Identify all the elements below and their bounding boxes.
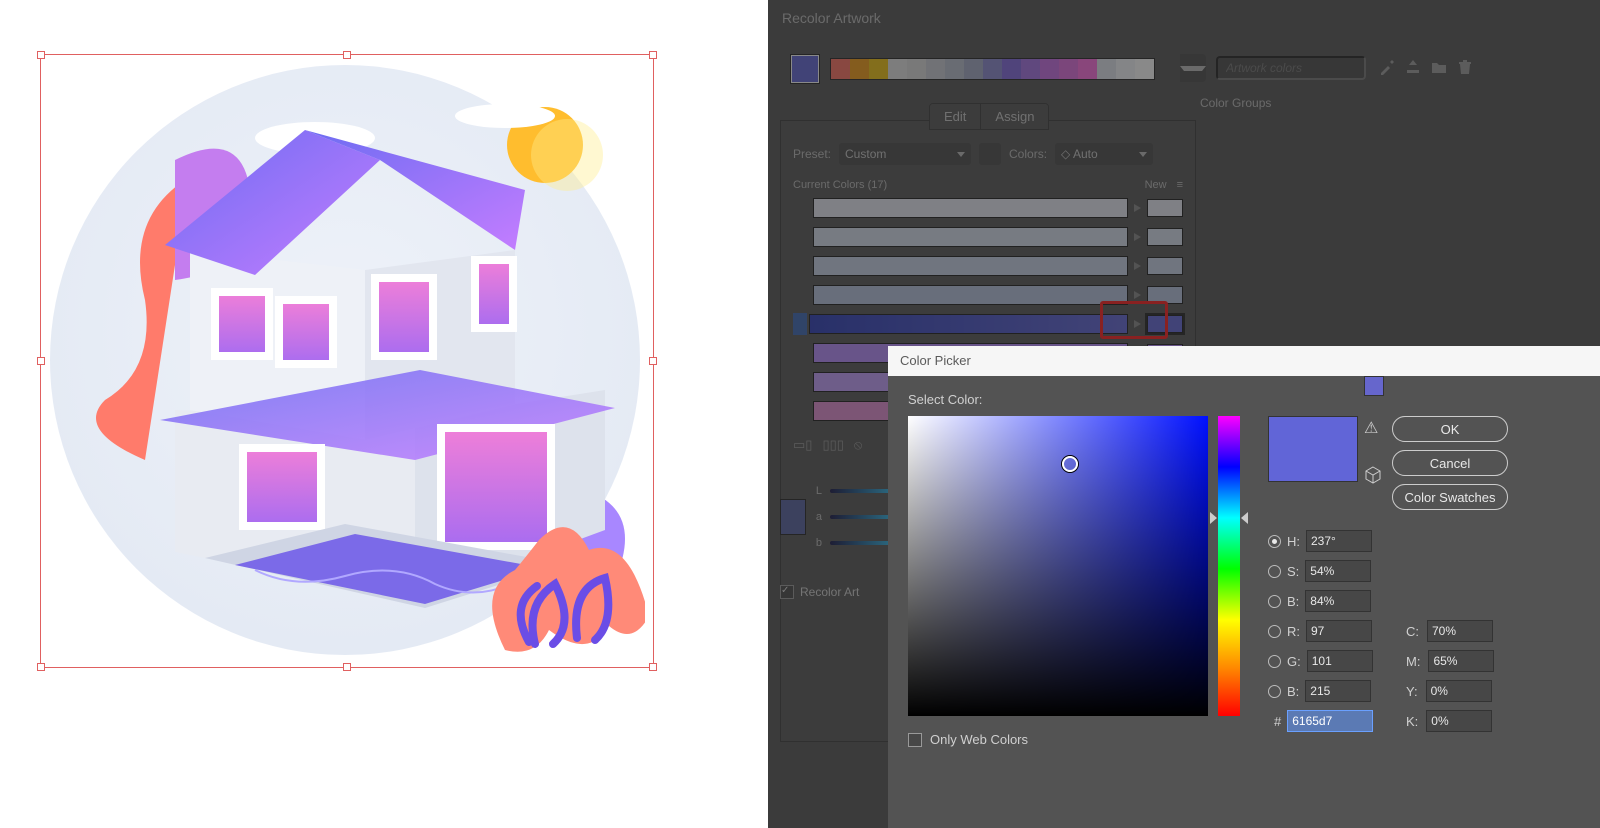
exclude-icon[interactable]: ⦸ (854, 437, 862, 453)
folder-icon[interactable] (1430, 58, 1448, 76)
value-bv[interactable] (1305, 680, 1371, 702)
color-row[interactable] (793, 255, 1183, 277)
value-g[interactable] (1307, 650, 1373, 672)
preset-options-button[interactable] (979, 143, 1001, 165)
websafe-swatch[interactable] (1364, 376, 1384, 396)
websafe-warning-icon[interactable] (1364, 466, 1382, 484)
radio-h[interactable] (1268, 535, 1281, 548)
color-row[interactable] (793, 284, 1183, 306)
value-r[interactable] (1306, 620, 1372, 642)
color-groups-section: Color Groups (1200, 96, 1580, 110)
lab-swatch[interactable] (780, 499, 806, 535)
list-menu-icon[interactable]: ≡ (1177, 179, 1183, 191)
mode-tabs: Edit Assign (929, 103, 1049, 130)
tab-edit[interactable]: Edit (930, 104, 980, 129)
preset-dropdown[interactable]: Custom (839, 143, 971, 165)
preset-label: Preset: (793, 147, 831, 161)
color-row[interactable] (793, 197, 1183, 219)
cancel-button[interactable]: Cancel (1392, 450, 1508, 476)
radio-bv[interactable] (1268, 685, 1281, 698)
gamut-warning-icon[interactable]: ⚠ (1364, 418, 1378, 438)
color-row[interactable] (793, 226, 1183, 248)
canvas-area (0, 0, 768, 828)
value-c[interactable] (1427, 620, 1493, 642)
select-color-label: Select Color: (908, 392, 982, 407)
color-row[interactable] (793, 313, 1183, 335)
new-header: New (1145, 179, 1167, 191)
value-y[interactable] (1426, 680, 1492, 702)
color-groups-label: Color Groups (1200, 96, 1580, 110)
saturation-value-field[interactable] (908, 416, 1208, 716)
color-picker-body: Select Color: ⚠ OK Cancel Color Swatches… (888, 376, 1600, 828)
active-color-swatch[interactable] (790, 54, 820, 84)
trash-icon[interactable] (1456, 58, 1474, 76)
eyedropper-icon[interactable] (1378, 58, 1396, 76)
hue-slider[interactable] (1218, 416, 1240, 716)
recolor-panel: Recolor Artwork Color Groups Edit Assign… (768, 0, 1600, 828)
ok-button[interactable]: OK (1392, 416, 1508, 442)
unlink-colors-icon[interactable]: ▯▯▯ (822, 437, 843, 453)
color-values: H: S: B: R: G: B: # (1268, 526, 1373, 736)
tab-assign[interactable]: Assign (980, 104, 1048, 129)
colors-dropdown[interactable]: ◇ Auto (1055, 143, 1153, 165)
value-s[interactable] (1305, 560, 1371, 582)
radio-b[interactable] (1268, 595, 1281, 608)
strip-dropdown[interactable] (1180, 54, 1206, 82)
colors-label: Colors: (1009, 147, 1047, 161)
value-b[interactable] (1305, 590, 1371, 612)
save-group-icon[interactable] (1404, 58, 1422, 76)
value-hex[interactable] (1287, 710, 1373, 732)
value-k[interactable] (1426, 710, 1492, 732)
current-colors-header: Current Colors (17) (793, 179, 887, 191)
color-preview (1268, 416, 1358, 482)
lab-slider-area: L a b Recolor Art (780, 485, 900, 599)
house-illustration (45, 60, 645, 660)
search-input[interactable] (1216, 56, 1366, 80)
color-swatches-button[interactable]: Color Swatches (1392, 484, 1508, 510)
artwork-color-strip[interactable] (830, 58, 1155, 80)
radio-g[interactable] (1268, 655, 1281, 668)
panel-title: Recolor Artwork (782, 10, 881, 26)
link-colors-icon[interactable]: ▭▯ (793, 437, 812, 453)
cmyk-values: C: M: Y: K: (1406, 616, 1494, 736)
value-m[interactable] (1428, 650, 1494, 672)
color-picker-titlebar: Color Picker (888, 346, 1600, 376)
radio-s[interactable] (1268, 565, 1281, 578)
color-picker-title: Color Picker (900, 353, 971, 368)
only-web-colors-checkbox[interactable]: Only Web Colors (908, 732, 1028, 747)
radio-r[interactable] (1268, 625, 1281, 638)
value-h[interactable] (1306, 530, 1372, 552)
recolor-art-checkbox[interactable]: Recolor Art (780, 585, 900, 599)
